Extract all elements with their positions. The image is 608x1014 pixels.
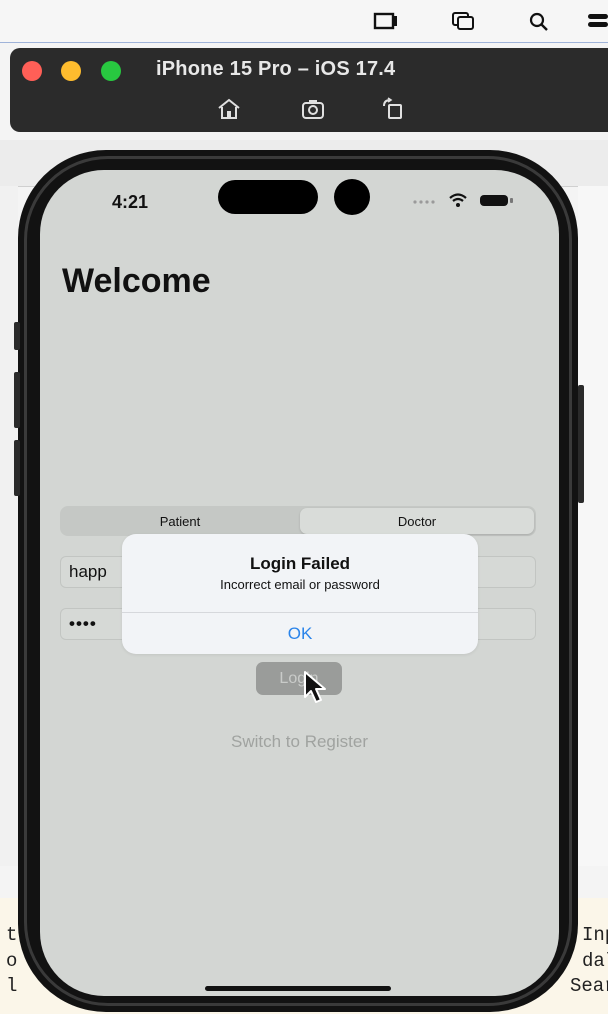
display-icon[interactable] (373, 10, 399, 32)
bg-code-left-1: t (6, 924, 18, 946)
bg-editor-right (578, 186, 608, 866)
volume-up-button (14, 372, 20, 428)
action-button (14, 322, 20, 350)
alert-title: Login Failed (249, 554, 351, 573)
alert-ok-button[interactable]: OK (122, 613, 478, 654)
window-icon[interactable] (451, 10, 477, 32)
welcome-heading: Welcome (62, 262, 211, 300)
mac-menubar (0, 0, 608, 43)
simulator-title: iPhone 15 Pro – iOS 17.4 (156, 58, 396, 80)
control-center-icon[interactable] (586, 10, 608, 32)
screenshot-icon[interactable] (300, 96, 326, 122)
role-segmented-control: Patient Doctor (60, 506, 536, 536)
rotate-icon[interactable] (380, 96, 406, 122)
bg-code-left-3: l (6, 975, 18, 997)
battery-icon (480, 195, 513, 206)
bg-code-left-2: o (6, 950, 18, 972)
home-indicator[interactable] (205, 986, 391, 991)
bg-code-right-2: dal (582, 950, 608, 972)
mouse-cursor-icon (304, 671, 326, 703)
wifi-icon (449, 193, 467, 207)
segment-doctor[interactable]: Doctor (300, 508, 534, 534)
search-icon[interactable] (526, 10, 552, 32)
volume-down-button (14, 440, 20, 496)
status-time: 4:21 (112, 192, 149, 212)
login-failed-alert: Login Failed Incorrect email or password… (122, 534, 478, 654)
home-icon[interactable] (216, 96, 242, 122)
dynamic-island (218, 180, 318, 214)
alert-message: Incorrect email or password (220, 577, 380, 592)
segment-patient[interactable]: Patient (62, 508, 298, 534)
bg-code-right-3: Sear (570, 975, 608, 997)
zoom-window-button[interactable] (101, 61, 121, 81)
front-camera (334, 179, 370, 215)
signal-dots-icon (413, 200, 435, 204)
minimize-window-button[interactable] (61, 61, 81, 81)
simulator-title-bar: iPhone 15 Pro – iOS 17.4 (10, 48, 608, 132)
switch-to-register-link[interactable]: Switch to Register (40, 732, 559, 752)
close-window-button[interactable] (22, 61, 42, 81)
bg-code-right-1: Inp (582, 924, 608, 946)
phone-screen: 4:21 Welcome Patient Doctor happ •••• Lo… (40, 170, 559, 996)
power-button (578, 385, 584, 503)
bg-editor-left (0, 186, 18, 866)
